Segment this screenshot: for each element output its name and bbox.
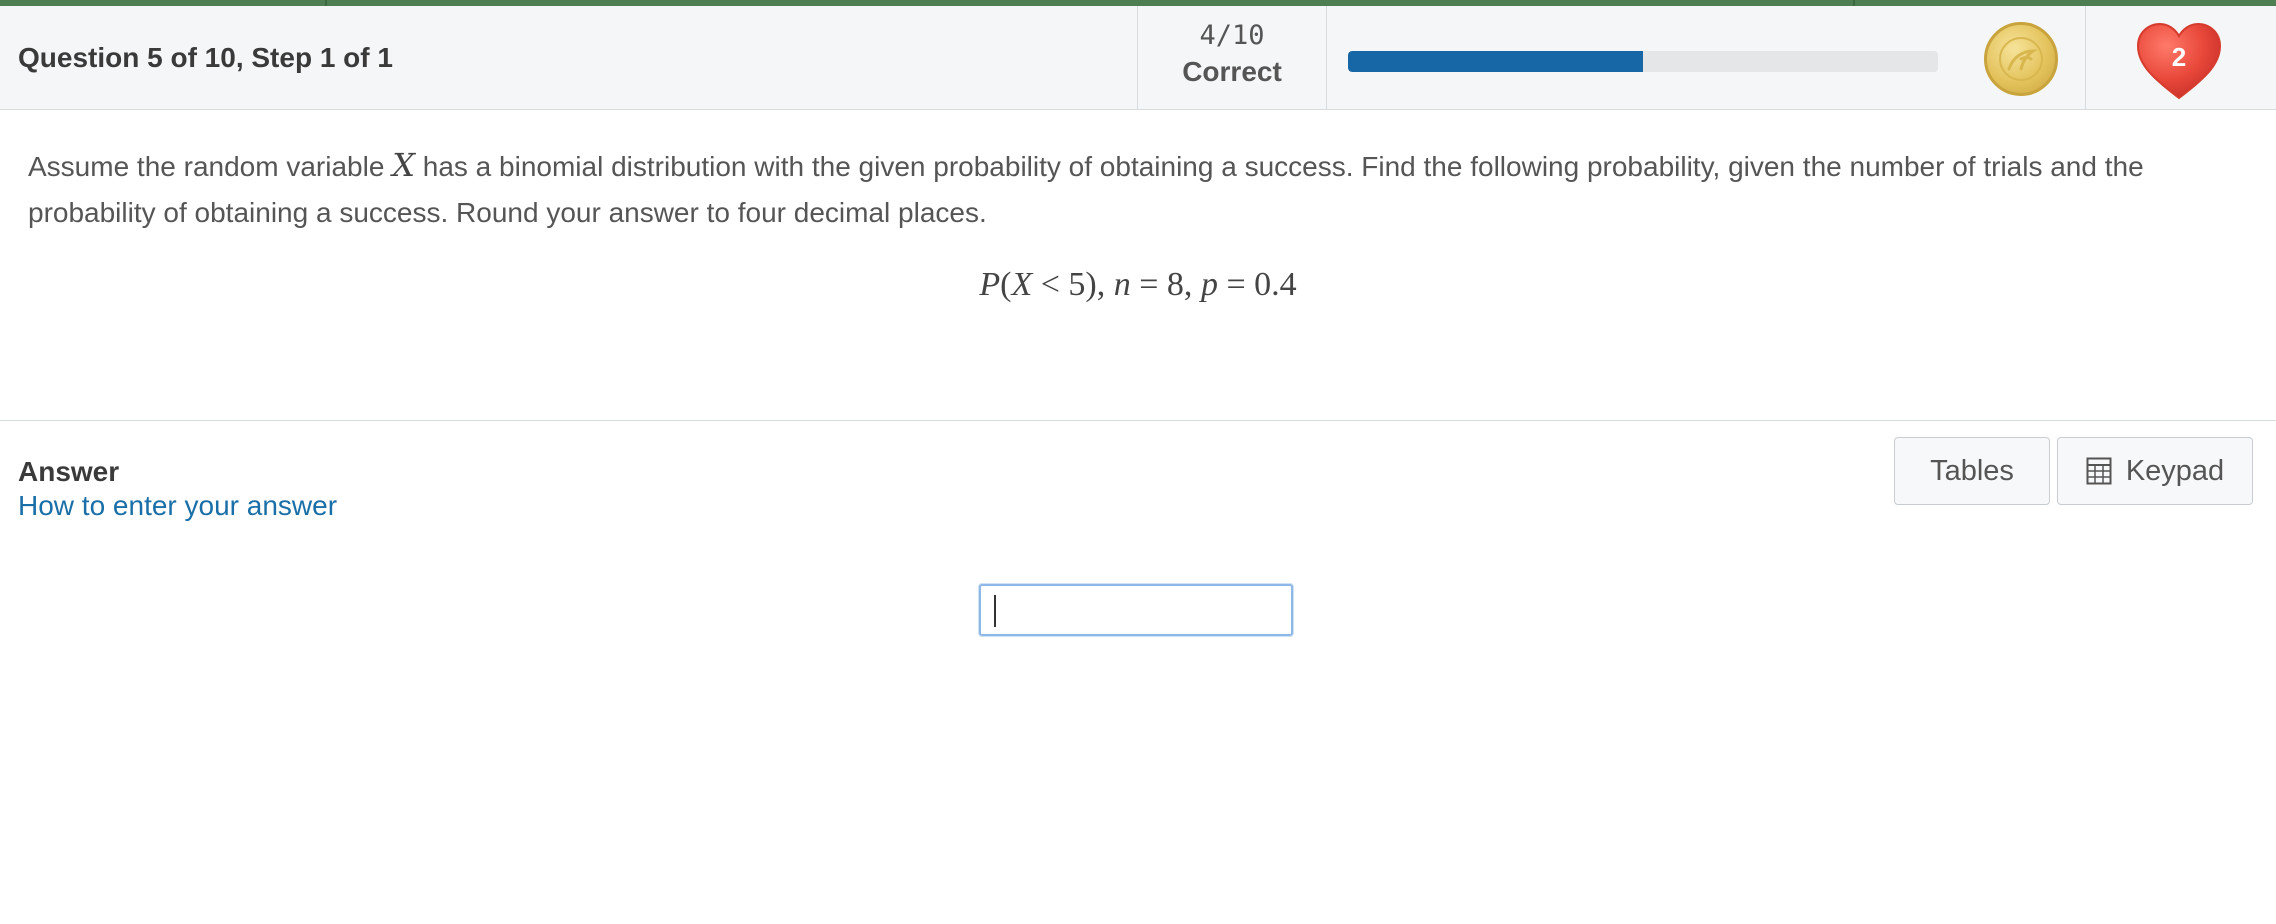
keypad-button[interactable]: Keypad (2057, 437, 2253, 505)
answer-label: Answer (18, 456, 120, 487)
formula-p-value: = 0.4 (1217, 266, 1297, 303)
question-text-part: Assume the random variable (28, 151, 393, 182)
section-divider (0, 420, 2276, 421)
random-variable: X (392, 146, 415, 184)
question-text: Assume the random variable X has a binom… (28, 142, 2248, 236)
question-header: Question 5 of 10, Step 1 of 1 4/10 Corre… (0, 6, 2276, 110)
answer-input[interactable] (979, 584, 1293, 636)
header-separator (2085, 6, 2086, 110)
formula-p-function: P (979, 266, 1001, 303)
question-title: Question 5 of 10, Step 1 of 1 (18, 42, 393, 73)
score-label: Correct (1182, 56, 1282, 87)
how-to-enter-answer-link[interactable]: How to enter your answer (18, 490, 337, 522)
keypad-button-label: Keypad (2125, 454, 2225, 487)
tables-button-label: Tables (1930, 454, 2014, 487)
formula-inequality: < 5), (1032, 266, 1106, 303)
formula-n: n (1113, 266, 1131, 303)
progress-bar (1348, 51, 1938, 72)
score-box: 4/10 Correct (1137, 6, 1327, 110)
coin-bird-glyph (2007, 49, 2038, 71)
lives-count: 2 (2171, 42, 2187, 72)
progress-bar-fill (1348, 51, 1643, 72)
tables-button[interactable]: Tables (1894, 437, 2050, 505)
probability-formula: P(X < 5), n = 8, p = 0.4 (0, 266, 2276, 304)
formula-x: X (1011, 266, 1033, 303)
formula-p: p (1200, 266, 1218, 303)
score-fraction: 4/10 (1199, 20, 1265, 51)
formula-paren: ( (1000, 266, 1012, 303)
coin-icon[interactable] (1984, 22, 2058, 96)
formula-n-value: = 8, (1130, 266, 1193, 303)
text-caret (994, 595, 996, 627)
coin-emblem (1999, 37, 2043, 81)
calculator-icon (2086, 457, 2112, 485)
